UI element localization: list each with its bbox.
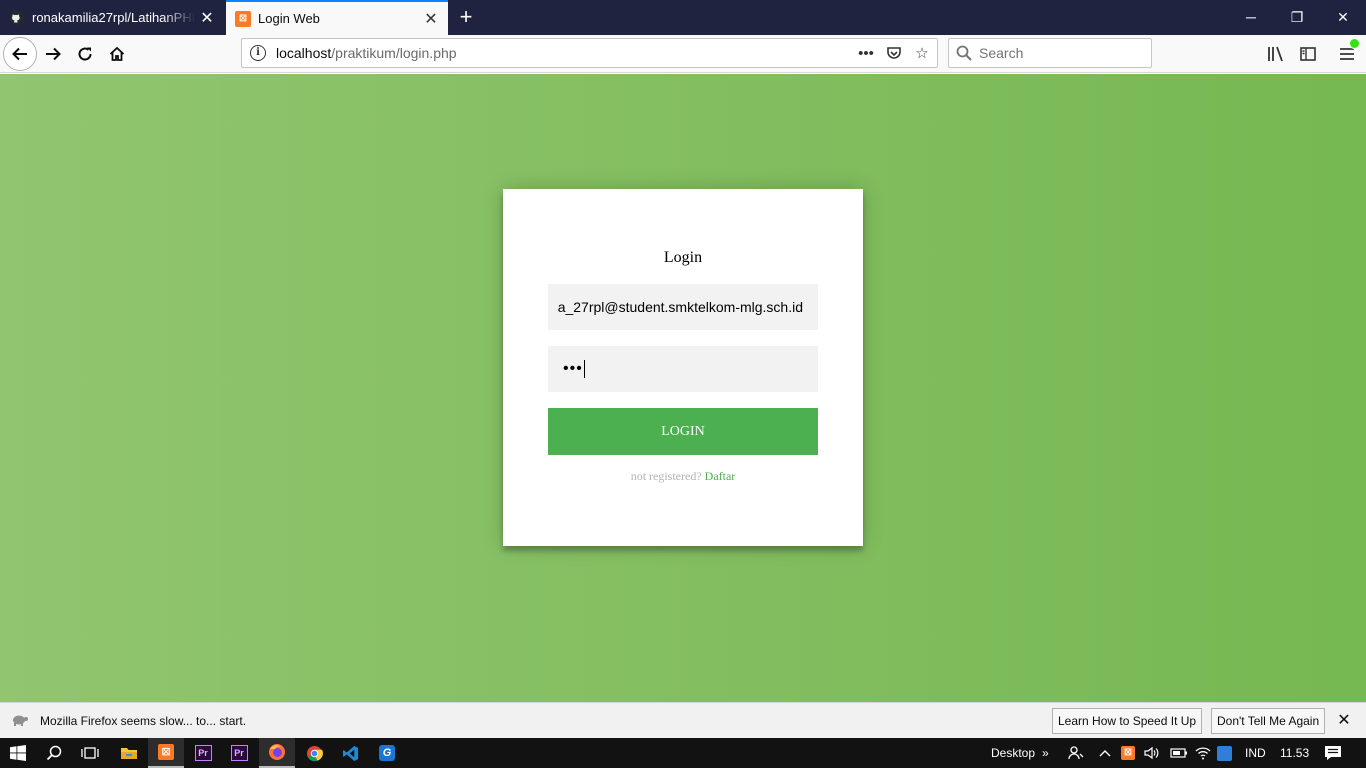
tab-title: Login Web bbox=[258, 11, 320, 26]
login-button[interactable]: LOGIN bbox=[548, 408, 818, 455]
premiere-taskbar-button[interactable]: Pr bbox=[185, 738, 221, 768]
file-explorer-button[interactable] bbox=[111, 738, 147, 768]
magnifier-icon bbox=[46, 745, 62, 761]
premiere-icon: Pr bbox=[194, 745, 212, 761]
chrome-icon bbox=[306, 745, 323, 761]
email-field[interactable]: a_27rpl@student.smktelkom-mlg.sch.id bbox=[548, 284, 818, 330]
password-value: ••• bbox=[563, 360, 583, 377]
close-tab-icon[interactable]: ✕ bbox=[195, 8, 219, 28]
action-center-icon[interactable] bbox=[1324, 738, 1342, 768]
github-icon bbox=[9, 10, 25, 26]
firefox-icon bbox=[269, 744, 285, 760]
xampp-taskbar-button[interactable]: ⊠ bbox=[148, 738, 184, 768]
premiere-icon: Pr bbox=[230, 745, 248, 761]
folder-icon bbox=[121, 748, 137, 759]
clock[interactable]: 11.53 bbox=[1280, 738, 1309, 768]
site-info-icon[interactable]: i bbox=[250, 45, 266, 61]
start-button[interactable] bbox=[0, 738, 36, 768]
text-caret bbox=[583, 360, 585, 378]
task-view-button[interactable] bbox=[72, 738, 108, 768]
register-link[interactable]: Daftar bbox=[705, 469, 736, 483]
page-background: Login a_27rpl@student.smktelkom-mlg.sch.… bbox=[0, 74, 1366, 702]
search-input[interactable] bbox=[979, 45, 1139, 61]
not-registered-text: not registered? bbox=[630, 469, 702, 483]
pocket-icon[interactable] bbox=[885, 43, 903, 63]
app-g-taskbar-button[interactable]: G bbox=[369, 738, 405, 768]
chrome-taskbar-button[interactable] bbox=[296, 738, 332, 768]
xampp-icon: ⊠ bbox=[235, 10, 251, 27]
tab-login-web[interactable]: ⊠ Login Web ✕ bbox=[226, 0, 448, 35]
back-button[interactable] bbox=[3, 37, 37, 71]
tab-bar: ronakamilia27rpl/LatihanPHPMySQL ✕ ⊠ Log… bbox=[0, 0, 1366, 35]
reload-button[interactable] bbox=[69, 38, 101, 70]
update-badge-icon bbox=[1349, 38, 1360, 49]
restore-button[interactable]: ❐ bbox=[1274, 0, 1320, 35]
reload-icon bbox=[78, 47, 92, 61]
notification-message: Mozilla Firefox seems slow... to... star… bbox=[40, 713, 247, 728]
home-button[interactable] bbox=[101, 38, 133, 70]
menu-icon[interactable] bbox=[1336, 38, 1360, 65]
login-heading: Login bbox=[663, 249, 703, 266]
tab-title: ronakamilia27rpl/LatihanPHPMySQL bbox=[32, 10, 195, 25]
desktop-toolbar[interactable]: Desktop bbox=[991, 738, 1035, 768]
minimize-button[interactable]: ─ bbox=[1228, 0, 1274, 35]
new-tab-button[interactable]: + bbox=[452, 2, 480, 32]
email-value: a_27rpl@student.smktelkom-mlg.sch.id bbox=[557, 299, 803, 315]
dont-tell-again-button[interactable]: Don't Tell Me Again bbox=[1211, 708, 1326, 734]
library-icon[interactable] bbox=[1265, 43, 1287, 65]
login-form: Login a_27rpl@student.smktelkom-mlg.sch.… bbox=[503, 189, 863, 546]
register-message: not registered? Daftar bbox=[503, 469, 863, 484]
app-tray-icon[interactable] bbox=[1217, 738, 1232, 768]
close-notification-icon[interactable]: ✕ bbox=[1334, 711, 1354, 731]
premiere-taskbar-button-2[interactable]: Pr bbox=[221, 738, 257, 768]
task-view-icon bbox=[81, 747, 99, 759]
arrow-right-icon bbox=[46, 47, 61, 61]
tab-github[interactable]: ronakamilia27rpl/LatihanPHPMySQL ✕ bbox=[0, 0, 224, 35]
notification-bar: Mozilla Firefox seems slow... to... star… bbox=[0, 702, 1366, 738]
vscode-icon bbox=[342, 745, 358, 761]
search-taskbar-button[interactable] bbox=[36, 738, 72, 768]
volume-icon[interactable] bbox=[1144, 738, 1160, 768]
chevron-right-icon[interactable]: » bbox=[1042, 738, 1049, 768]
search-icon bbox=[949, 45, 979, 61]
language-indicator[interactable]: IND bbox=[1245, 738, 1266, 768]
close-window-button[interactable]: ✕ bbox=[1320, 0, 1366, 35]
learn-speed-button[interactable]: Learn How to Speed It Up bbox=[1052, 708, 1203, 734]
taskbar: ⊠ Pr Pr G Desktop » ⊠ IND 11.53 bbox=[0, 738, 1366, 768]
password-field[interactable]: ••• bbox=[548, 346, 818, 392]
sidebar-icon[interactable] bbox=[1297, 43, 1319, 65]
bookmark-star-icon[interactable]: ☆ bbox=[913, 43, 931, 63]
firefox-taskbar-button[interactable] bbox=[259, 738, 295, 768]
close-tab-icon[interactable]: ✕ bbox=[419, 9, 443, 29]
vscode-taskbar-button[interactable] bbox=[332, 738, 368, 768]
url-bar[interactable]: i localhost/praktikum/login.php ••• ☆ bbox=[241, 38, 938, 68]
wifi-icon[interactable] bbox=[1195, 738, 1211, 768]
g-app-icon: G bbox=[379, 745, 395, 761]
url-host: localhost bbox=[276, 45, 332, 61]
turtle-icon bbox=[11, 713, 30, 729]
page-actions-icon[interactable]: ••• bbox=[857, 43, 875, 63]
navigation-bar: i localhost/praktikum/login.php ••• ☆ bbox=[0, 35, 1366, 73]
url-path: /praktikum/login.php bbox=[331, 45, 457, 61]
xampp-tray-icon[interactable]: ⊠ bbox=[1121, 738, 1135, 768]
arrow-left-icon bbox=[12, 47, 27, 61]
chevron-up-icon[interactable] bbox=[1099, 738, 1111, 768]
battery-icon[interactable] bbox=[1170, 738, 1188, 768]
people-icon[interactable] bbox=[1068, 738, 1084, 768]
xampp-icon: ⊠ bbox=[158, 744, 174, 760]
home-icon bbox=[109, 46, 125, 61]
forward-button[interactable] bbox=[37, 38, 69, 70]
windows-icon bbox=[10, 745, 26, 761]
search-bar[interactable] bbox=[948, 38, 1152, 68]
